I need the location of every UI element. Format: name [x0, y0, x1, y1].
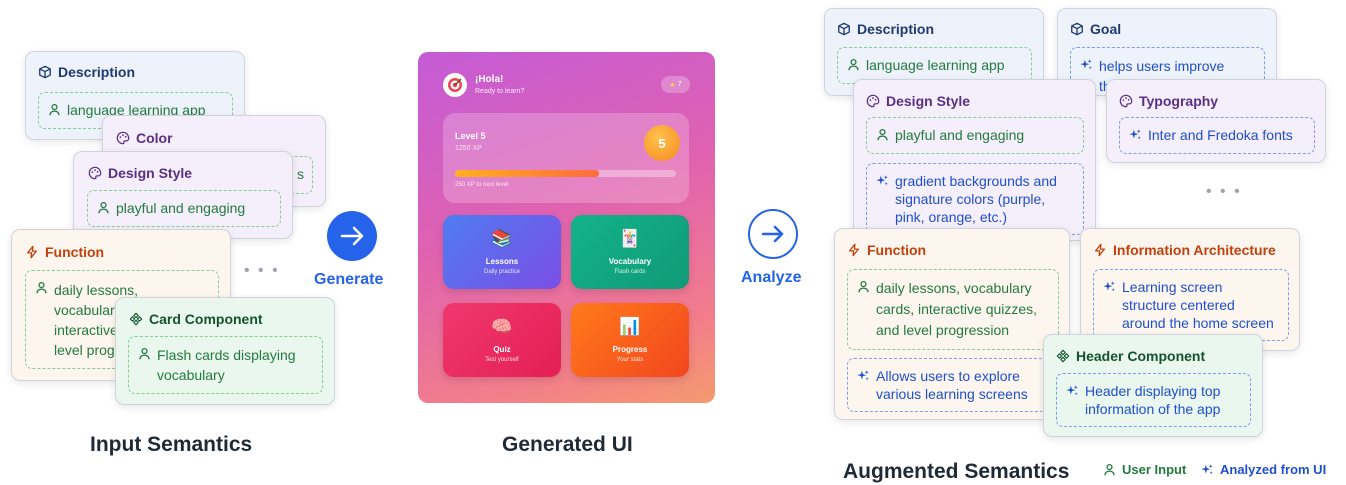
- palette-icon: [866, 94, 880, 108]
- card-title: Typography: [1139, 93, 1219, 109]
- tile-lessons[interactable]: 📚 Lessons Daily practice: [443, 215, 561, 289]
- card-title: Description: [857, 21, 935, 37]
- aug-info-architecture-card: Information Architecture Learning screen…: [1080, 228, 1300, 351]
- palette-icon: [116, 131, 130, 145]
- input-semantics-label: Input Semantics: [90, 433, 253, 456]
- next-level-text: 250 XP to next level: [455, 182, 509, 188]
- user-icon: [877, 128, 888, 141]
- analyzed-tag: Inter and Fredoka fonts: [1119, 117, 1315, 154]
- chart-icon: 📊: [619, 317, 641, 336]
- sparkle-icon: [1129, 129, 1141, 140]
- analyze-label: Analyze: [741, 269, 802, 286]
- target-icon: [448, 78, 462, 92]
- lightning-icon: [1094, 243, 1106, 257]
- aug-function-card: Function daily lessons, vocabulary cards…: [834, 228, 1070, 420]
- user-icon: [98, 201, 109, 214]
- tile-quiz[interactable]: 🧠 Quiz Test yourself: [443, 303, 561, 377]
- user-icon: [36, 281, 47, 294]
- component-icon: [1056, 349, 1070, 363]
- level-card: Level 5 1250 XP 5 250 XP to next level: [443, 113, 689, 203]
- card-title: Function: [867, 242, 927, 258]
- brain-icon: 🧠: [491, 317, 513, 336]
- more-indicator: • • •: [244, 262, 280, 279]
- level-title: Level 5: [455, 131, 486, 141]
- input-card-component-card: Card Component Flash cards displaying vo…: [115, 297, 335, 405]
- lightning-icon: [26, 245, 38, 259]
- sparkle-icon: [857, 370, 869, 381]
- star-icon: ★: [669, 81, 676, 89]
- greeting-subtitle: Ready to learn?: [475, 88, 525, 95]
- card-title: Header Component: [1076, 348, 1206, 364]
- arrow-right-icon: [761, 225, 784, 243]
- streak-badge: ★ 7: [661, 76, 690, 93]
- user-icon: [1104, 463, 1115, 476]
- analyzed-tag: Allows users to explore various learning…: [847, 358, 1047, 412]
- arrow-right-icon: [340, 226, 364, 246]
- card-title: Function: [45, 244, 105, 260]
- cube-icon: [39, 65, 51, 79]
- cube-icon: [838, 22, 850, 36]
- generated-ui-label: Generated UI: [502, 433, 633, 456]
- analyzed-tag: Learning screen structure centered aroun…: [1093, 269, 1289, 341]
- tile-vocabulary[interactable]: 🃏 Vocabulary Flash cards: [571, 215, 689, 289]
- sparkle-icon: [1103, 281, 1115, 292]
- generated-ui-preview: ¡Hola! Ready to learn? ★ 7 Level 5 1250 …: [418, 52, 715, 403]
- card-title: Design Style: [886, 93, 971, 109]
- sparkle-icon: [876, 175, 888, 186]
- more-indicator: • • •: [1206, 183, 1242, 200]
- card-title: Information Architecture: [1113, 242, 1276, 258]
- card-title: Color: [136, 130, 173, 146]
- app-logo: [443, 73, 467, 97]
- aug-typography-card: Typography Inter and Fredoka fonts: [1106, 79, 1326, 163]
- books-icon: 📚: [491, 229, 513, 248]
- lightning-icon: [848, 243, 860, 257]
- card-title: Card Component: [149, 311, 263, 327]
- analyzed-tag: gradient backgrounds and signature color…: [866, 163, 1084, 235]
- user-icon: [49, 103, 60, 116]
- user-input-tag: Flash cards displaying vocabulary: [128, 336, 323, 394]
- xp-progress-bar: [455, 170, 676, 177]
- user-icon: [139, 347, 150, 360]
- augmented-semantics-label: Augmented Semantics: [843, 460, 1070, 483]
- generate-label: Generate: [314, 271, 384, 288]
- card-title: Design Style: [108, 165, 193, 181]
- aug-design-style-card: Design Style playful and engaging gradie…: [853, 79, 1096, 241]
- input-design-style-card: Design Style playful and engaging: [73, 151, 293, 239]
- legend-user-input: User Input: [1103, 462, 1186, 477]
- tile-progress[interactable]: 📊 Progress Your stats: [571, 303, 689, 377]
- aug-header-component-card: Header Component Header displaying top i…: [1043, 334, 1263, 437]
- cards-icon: 🃏: [619, 229, 641, 248]
- palette-icon: [88, 166, 102, 180]
- sparkle-icon: [1066, 385, 1078, 396]
- sparkle-icon: [1201, 464, 1213, 475]
- card-title: Goal: [1090, 21, 1122, 37]
- level-xp: 1250 XP: [455, 145, 482, 152]
- palette-icon: [1119, 94, 1133, 108]
- component-icon: [129, 312, 143, 326]
- cube-icon: [1071, 22, 1083, 36]
- generate-button[interactable]: [327, 211, 377, 261]
- greeting: ¡Hola!: [475, 74, 504, 85]
- level-badge: 5: [644, 125, 680, 161]
- user-icon: [848, 58, 859, 71]
- analyze-button[interactable]: [748, 209, 798, 259]
- user-icon: [858, 280, 869, 293]
- card-title: Description: [58, 64, 136, 80]
- sparkle-icon: [1080, 59, 1092, 70]
- user-input-tag: daily lessons, vocabulary cards, interac…: [847, 269, 1059, 350]
- user-input-tag: playful and engaging: [866, 117, 1084, 154]
- user-input-tag: playful and engaging: [87, 190, 281, 227]
- legend-analyzed: Analyzed from UI: [1201, 462, 1326, 477]
- xp-progress-fill: [455, 170, 599, 177]
- analyzed-tag: Header displaying top information of the…: [1056, 373, 1251, 427]
